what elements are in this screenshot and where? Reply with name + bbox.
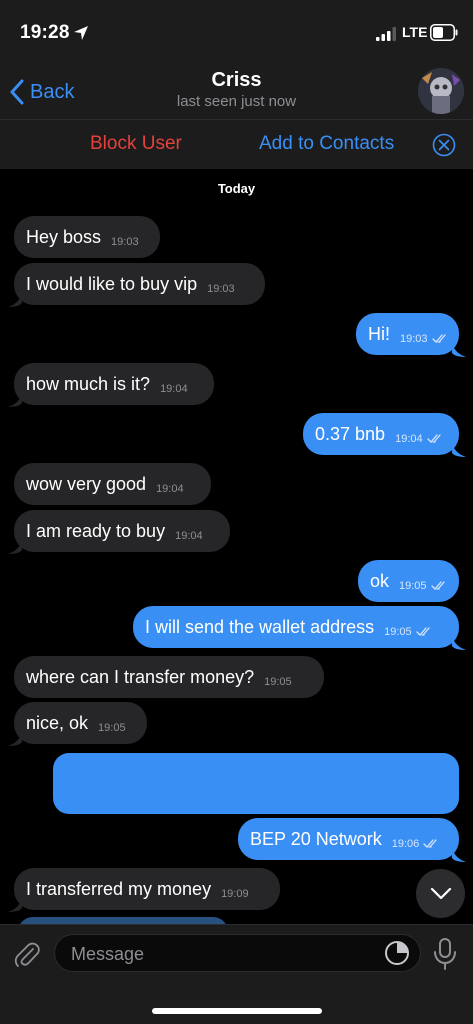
avatar[interactable]: [418, 68, 464, 114]
bubble-tail: [8, 393, 22, 407]
home-indicator: [152, 1008, 322, 1014]
double-check-icon: [430, 581, 445, 590]
message-time: 19:04: [175, 530, 203, 542]
message-incoming[interactable]: how much is it? 19:04: [14, 363, 214, 405]
bubble-tail: [8, 898, 22, 912]
message-text: wow very good: [26, 473, 147, 494]
double-check-icon: [416, 627, 430, 636]
double-check-icon: [431, 334, 446, 343]
message-outgoing-redacted[interactable]: [53, 753, 459, 814]
message-outgoing[interactable]: BEP 20 Network 19:06: [238, 818, 459, 860]
message-incoming[interactable]: I transferred my money 19:09: [14, 868, 280, 910]
message-time: 19:03: [207, 283, 235, 295]
close-circle-icon[interactable]: [432, 133, 456, 157]
message-time: 19:06: [391, 838, 420, 850]
battery-icon: [430, 24, 458, 41]
message-incoming[interactable]: Hey boss 19:03: [14, 216, 160, 258]
bubble-tail: [8, 293, 22, 307]
message-text: I transferred my money: [26, 878, 212, 899]
message-time: 19:09: [221, 888, 249, 900]
status-bar: 19:28 LTE: [0, 0, 473, 64]
message-incoming[interactable]: I would like to buy vip 19:03: [14, 263, 265, 305]
message-list[interactable]: Today Hey boss 19:03 I would like to buy…: [0, 169, 473, 924]
bubble-tail: [452, 343, 466, 357]
message-text: ok: [370, 570, 390, 591]
back-button[interactable]: Back: [8, 78, 74, 106]
chat-subtitle: last seen just now: [176, 93, 297, 110]
double-check-icon: [426, 434, 441, 443]
message-text: I will send the wallet address: [145, 616, 375, 637]
bubble-tail: [452, 848, 466, 862]
location-arrow-icon: [74, 26, 88, 40]
message-time: 19:05: [399, 580, 427, 592]
message-time: 19:04: [395, 433, 423, 445]
message-text: where can I transfer money?: [26, 666, 255, 687]
date-separator: Today: [217, 181, 256, 196]
message-time: 19:03: [111, 236, 139, 248]
message-text: I would like to buy vip: [26, 273, 198, 294]
microphone-icon[interactable]: [432, 937, 458, 971]
double-check-icon: [423, 839, 437, 848]
message-field[interactable]: [54, 934, 421, 972]
signal-icon: [376, 27, 396, 41]
message-incoming[interactable]: I am ready to buy 19:04: [14, 510, 230, 552]
message-time: 19:05: [384, 626, 412, 638]
message-text: I am ready to buy: [26, 520, 166, 541]
message-time: 19:04: [156, 483, 184, 495]
sticker-icon[interactable]: [384, 940, 410, 966]
message-outgoing-partial[interactable]: [18, 917, 228, 924]
bubble-tail: [8, 540, 22, 554]
scroll-down-button[interactable]: [416, 869, 465, 918]
message-text: nice, ok: [26, 712, 89, 733]
message-outgoing[interactable]: ok 19:05: [358, 560, 459, 602]
avatar-image: [418, 68, 464, 114]
chat-header: Back Criss last seen just now: [0, 64, 473, 119]
chat-title: Criss: [211, 69, 262, 91]
message-text: 0.37 bnb: [315, 423, 386, 444]
back-label: Back: [30, 80, 75, 103]
message-time: 19:03: [400, 333, 428, 345]
message-text: how much is it?: [26, 373, 151, 394]
message-outgoing[interactable]: I will send the wallet address 19:05: [133, 606, 459, 648]
bubble-tail: [8, 732, 22, 746]
chat-title-area[interactable]: Criss last seen just now: [120, 68, 353, 112]
message-text: BEP 20 Network: [250, 828, 382, 849]
message-time: 19:05: [98, 722, 126, 734]
chevron-down-icon: [430, 887, 451, 899]
bubble-tail: [452, 443, 466, 457]
bubble-tail: [452, 636, 466, 650]
contact-action-bar: Block User Add to Contacts: [0, 119, 473, 169]
add-to-contacts-button[interactable]: Add to Contacts: [259, 133, 394, 155]
message-time: 19:05: [264, 676, 292, 688]
message-outgoing[interactable]: 0.37 bnb 19:04: [303, 413, 459, 455]
chevron-left-icon: [10, 79, 24, 105]
message-incoming[interactable]: where can I transfer money? 19:05: [14, 656, 324, 698]
network-type: LTE: [402, 24, 428, 40]
message-time: 19:04: [160, 383, 188, 395]
block-user-button[interactable]: Block User: [90, 133, 182, 155]
message-outgoing[interactable]: Hi! 19:03: [356, 313, 459, 355]
message-text: Hi!: [368, 323, 390, 344]
paperclip-icon[interactable]: [12, 940, 42, 970]
message-input[interactable]: [69, 941, 373, 967]
message-text: Hey boss: [26, 226, 102, 247]
status-time: 19:28: [20, 22, 70, 43]
message-incoming[interactable]: nice, ok 19:05: [14, 702, 147, 744]
message-incoming[interactable]: wow very good 19:04: [14, 463, 211, 505]
